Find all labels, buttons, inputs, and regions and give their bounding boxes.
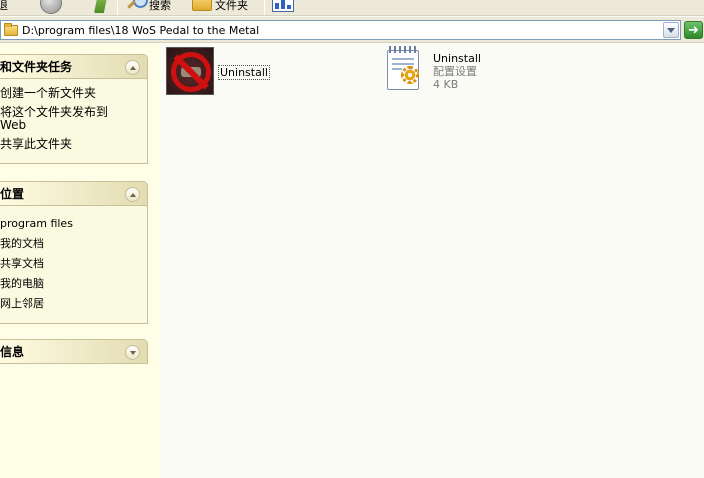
views-button[interactable]: [272, 0, 294, 14]
file-list: Uninstall Uninstall 配置设置 4 KB: [160, 44, 704, 478]
forward-button[interactable]: [40, 0, 62, 14]
file-item-uninstall-ini[interactable]: Uninstall 配置设置 4 KB: [385, 46, 481, 94]
group-title: 和文件夹任务: [0, 60, 73, 74]
toolbar-separator: [117, 0, 118, 15]
task-publish-to-web[interactable]: 将这个文件夹发布到 Web: [0, 106, 120, 132]
file-folder-tasks-group: 和文件夹任务 创建一个新文件夹 将这个文件夹发布到 Web 共享此文件夹: [0, 54, 148, 164]
group-body: program files 我的文档 共享文档 我的电脑 网上邻居: [0, 206, 148, 324]
views-icon: [272, 0, 294, 12]
search-icon: [126, 0, 148, 13]
collapse-chevron-icon[interactable]: [125, 60, 140, 75]
task-make-new-folder[interactable]: 创建一个新文件夹: [0, 86, 147, 101]
file-meta: Uninstall 配置设置 4 KB: [433, 52, 481, 94]
address-bar: D:\program files\18 WoS Pedal to the Met…: [0, 17, 704, 43]
up-folder-button[interactable]: [94, 0, 108, 14]
expand-chevron-icon[interactable]: [125, 345, 140, 360]
no-entry-car-icon: [166, 47, 214, 95]
config-settings-icon: [385, 46, 425, 94]
group-title: 信息: [0, 345, 25, 359]
file-type: 配置设置: [433, 65, 477, 78]
file-name: Uninstall: [218, 65, 270, 80]
folder-icon: [4, 22, 18, 36]
toolbar-separator: [264, 0, 265, 15]
folders-label: 文件夹: [215, 0, 248, 12]
search-label: 搜索: [149, 0, 171, 12]
place-my-computer[interactable]: 我的电脑: [0, 277, 147, 291]
folders-button[interactable]: 文件夹: [192, 0, 248, 14]
search-button[interactable]: 搜索: [126, 0, 171, 14]
address-input[interactable]: D:\program files\18 WoS Pedal to the Met…: [0, 20, 681, 40]
forward-arrow-icon: [40, 0, 62, 14]
task-share-folder[interactable]: 共享此文件夹: [0, 137, 147, 152]
file-folder-tasks-header[interactable]: 和文件夹任务: [0, 54, 148, 79]
place-program-files[interactable]: program files: [0, 217, 147, 231]
address-path: D:\program files\18 WoS Pedal to the Met…: [22, 23, 260, 37]
group-body: 创建一个新文件夹 将这个文件夹发布到 Web 共享此文件夹: [0, 79, 148, 164]
address-dropdown-button[interactable]: [663, 22, 679, 38]
other-places-group: 位置 program files 我的文档 共享文档 我的电脑 网上邻居: [0, 181, 148, 324]
folders-icon: [192, 0, 212, 11]
file-item-uninstall-exe[interactable]: Uninstall: [166, 47, 270, 95]
file-size: 4 KB: [433, 78, 459, 91]
details-group: 信息: [0, 339, 148, 364]
place-my-documents[interactable]: 我的文档: [0, 237, 147, 251]
up-folder-icon: [94, 0, 108, 13]
place-shared-documents[interactable]: 共享文档: [0, 257, 147, 271]
place-network-places[interactable]: 网上邻居: [0, 297, 147, 311]
go-button[interactable]: ➜: [684, 21, 703, 39]
group-title: 位置: [0, 187, 25, 201]
go-arrow-icon: ➜: [688, 22, 699, 38]
back-button[interactable]: 退: [0, 0, 8, 14]
file-name: Uninstall: [433, 52, 481, 65]
back-label: 退: [0, 0, 8, 13]
task-pane: 和文件夹任务 创建一个新文件夹 将这个文件夹发布到 Web 共享此文件夹 位置 …: [0, 44, 160, 478]
collapse-chevron-icon[interactable]: [125, 187, 140, 202]
details-header[interactable]: 信息: [0, 339, 148, 364]
other-places-header[interactable]: 位置: [0, 181, 148, 206]
toolbar: 退 搜索 文件夹: [0, 0, 704, 16]
